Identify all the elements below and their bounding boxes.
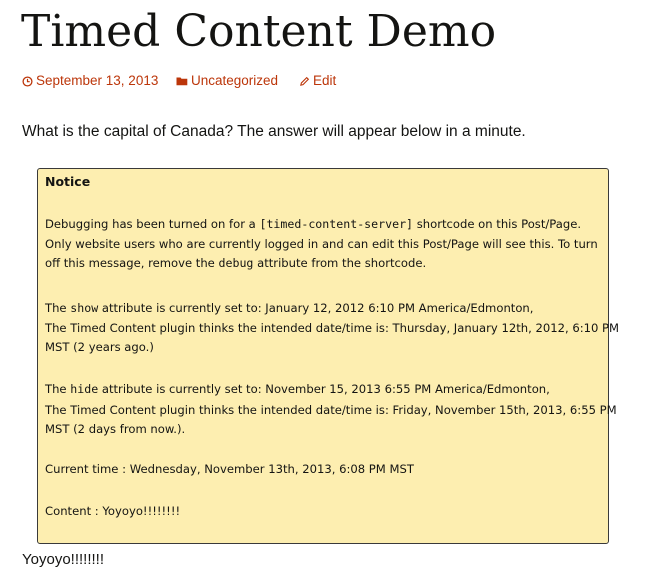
notice-hide-interpretation-2: MST (2 days from now.). — [45, 422, 186, 436]
show-attribute-code: show — [70, 301, 99, 315]
post-question: What is the capital of Canada? The answe… — [22, 123, 526, 140]
notice-current-time: Current time : Wednesday, November 13th,… — [45, 462, 414, 476]
timed-content-output: Yoyoyo!!!!!!!! — [22, 551, 104, 568]
post-edit-text: Edit — [313, 73, 337, 88]
post-edit-link[interactable]: Edit — [299, 72, 336, 90]
notice-show-interpretation-1: The Timed Content plugin thinks the inte… — [45, 321, 620, 335]
notice-debug-line-1: Debugging has been turned on for a [time… — [45, 217, 582, 231]
shortcode-name: [timed-content-server] — [259, 217, 414, 231]
notice-content: Content : Yoyoyo!!!!!!!! — [45, 504, 181, 518]
notice-hide-interpretation-1: The Timed Content plugin thinks the inte… — [45, 403, 617, 417]
notice-show-interpretation-2: MST (2 years ago.) — [45, 340, 154, 354]
hide-attribute-code: hide — [70, 382, 99, 396]
notice-hide-attribute: The hide attribute is currently set to: … — [45, 382, 550, 396]
post-title: Timed Content Demo — [21, 6, 497, 57]
notice-debug-line-2: Only website users who are currently log… — [45, 237, 598, 251]
notice-show-attribute: The show attribute is currently set to: … — [45, 301, 534, 315]
post-category-text: Uncategorized — [191, 73, 279, 88]
post-date-link[interactable]: September 13, 2013 — [22, 72, 158, 90]
post-date-text: September 13, 2013 — [36, 73, 159, 88]
clock-icon — [22, 75, 33, 87]
notice-debug-line-3: off this message, remove the debug attri… — [45, 256, 427, 270]
post-category-link[interactable]: Uncategorized — [176, 72, 278, 90]
folder-icon — [176, 77, 188, 86]
notice-heading: Notice — [45, 174, 91, 189]
pencil-icon — [300, 76, 310, 86]
debug-notice-box: Notice Debugging has been turned on for … — [37, 168, 619, 544]
debug-attribute-code: debug — [218, 256, 254, 270]
